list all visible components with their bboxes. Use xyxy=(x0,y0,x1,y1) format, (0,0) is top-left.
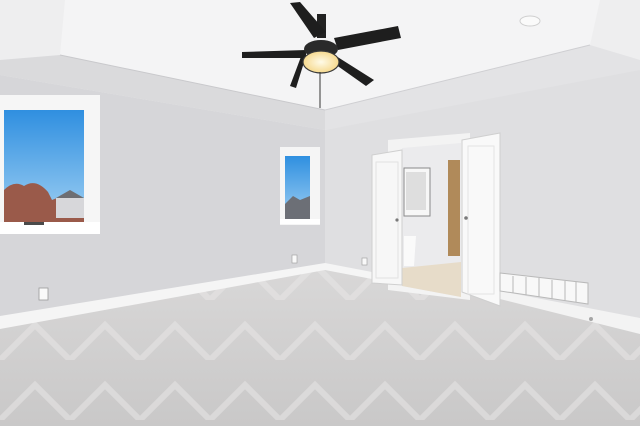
floor-outlet-cover xyxy=(589,317,593,321)
left-door-knob xyxy=(395,218,399,222)
right-door-knob xyxy=(464,216,468,220)
left-window xyxy=(0,95,100,234)
smoke-detector xyxy=(519,15,541,27)
empty-bedroom-photo xyxy=(0,0,640,426)
middle-window xyxy=(280,147,320,225)
wall-outlet xyxy=(38,287,49,301)
wall-outlet xyxy=(291,254,298,264)
wall-outlet xyxy=(361,257,368,266)
